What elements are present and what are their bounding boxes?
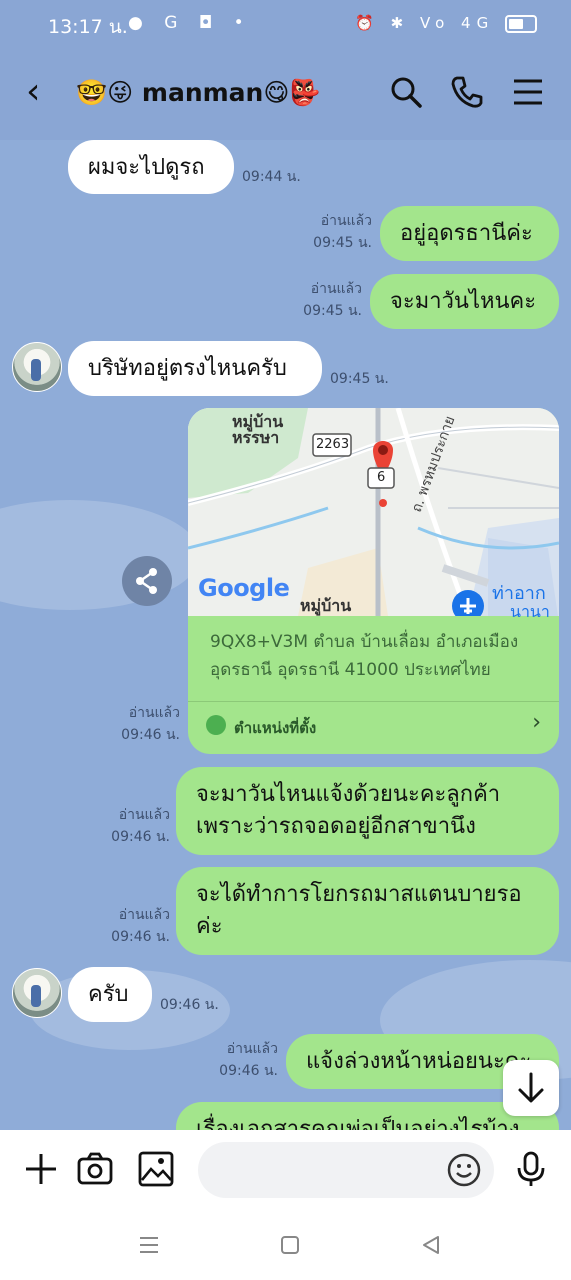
message-time: 09:45 น. (330, 371, 389, 387)
recent-apps-icon[interactable] (138, 1234, 160, 1256)
chat-header: ‹ 🤓😜 manman😋👺 (0, 50, 571, 140)
message-meta: อ่านแล้ว 09:46 น. (100, 702, 180, 746)
battery-icon (505, 14, 537, 33)
map-road-label: 6 (377, 470, 386, 485)
status-time: 13:17 น. (48, 16, 128, 38)
message-time: 09:46 น. (219, 1063, 278, 1079)
chat-title[interactable]: 🤓😜 manman😋👺 (76, 78, 321, 108)
message-bubble-outgoing[interactable]: จะมาวันไหนคะ (370, 274, 559, 329)
message-time: 09:46 น. (111, 829, 170, 845)
system-icons: ⏰ ✱ Vo 4G (355, 14, 537, 33)
message-line: จะได้ทำการโยกรถมาสแตนบายรอ (196, 882, 522, 907)
message-bubble-incoming[interactable]: บริษัทอยู่ตรงไหนครับ (68, 341, 322, 396)
message-meta: อ่านแล้ว 09:46 น. (98, 904, 170, 948)
read-receipt: อ่านแล้ว (226, 1041, 278, 1057)
message-meta: อ่านแล้ว 09:45 น. (290, 278, 362, 322)
message-bubble-outgoing[interactable]: จะได้ทำการโยกรถมาสแตนบายรอ ค่ะ (176, 867, 559, 955)
map-preview[interactable]: หมู่บ้าน หรรษา 2263 6 ถ. พรหมประกาย Goog… (188, 408, 559, 622)
back-icon[interactable]: ‹ (26, 72, 40, 112)
message-time: 09:46 น. (111, 929, 170, 945)
notification-icons: ● G ◘ • (128, 13, 252, 33)
emoji-icon[interactable] (446, 1152, 482, 1188)
message-bubble-incoming[interactable]: ครับ (68, 967, 152, 1022)
read-receipt: อ่านแล้ว (118, 907, 170, 923)
avatar[interactable] (12, 968, 62, 1018)
message-bubble-incoming[interactable]: ผมจะไปดูรถ (68, 140, 234, 194)
message-time: 09:45 น. (313, 235, 372, 251)
share-icon (136, 568, 157, 594)
map-road-label: 2263 (316, 437, 350, 452)
message-meta: อ่านแล้ว 09:46 น. (206, 1038, 278, 1082)
message-bubble-outgoing[interactable]: จะมาวันไหนแจ้งด้วยนะคะลูกค้า เพราะว่ารถจ… (176, 767, 559, 855)
avatar[interactable] (12, 342, 62, 392)
location-message[interactable]: หมู่บ้าน หรรษา 2263 6 ถ. พรหมประกาย Goog… (188, 408, 559, 754)
message-bubble-outgoing[interactable]: อยู่อุดรธานีค่ะ (380, 206, 559, 261)
menu-icon[interactable] (510, 74, 546, 110)
read-receipt: อ่านแล้ว (128, 705, 180, 721)
phone-icon[interactable] (449, 74, 485, 110)
camera-icon[interactable] (76, 1150, 114, 1188)
location-label[interactable]: ตำแหน่งที่ตั้ง (234, 716, 316, 740)
message-input[interactable] (198, 1142, 494, 1198)
chevron-right-icon[interactable]: › (532, 710, 541, 735)
status-bar: 13:17 น. ● G ◘ • ⏰ ✱ Vo 4G (0, 0, 571, 50)
location-address: 9QX8+V3M ตำบล บ้านเลื่อม อำเภอเมือง อุดร… (210, 628, 545, 684)
map-label: หมู่บ้าน (300, 596, 352, 615)
message-input-bar (0, 1130, 571, 1220)
read-receipt: อ่านแล้ว (310, 281, 362, 297)
divider (188, 701, 559, 702)
image-icon[interactable] (137, 1150, 175, 1188)
share-button[interactable] (122, 556, 172, 606)
address-line: 9QX8+V3M ตำบล บ้านเลื่อม อำเภอเมือง (210, 632, 519, 652)
map-label: หรรษา (232, 428, 280, 447)
read-receipt: อ่านแล้ว (118, 807, 170, 823)
message-time: 09:46 น. (160, 997, 219, 1013)
map-label: นานา (510, 602, 550, 621)
message-line: จะมาวันไหนแจ้งด้วยนะคะลูกค้า (196, 782, 501, 807)
message-line: ค่ะ (196, 914, 223, 939)
location-pin-icon (206, 715, 226, 735)
address-line: อุดรธานี อุดรธานี 41000 ประเทศไทย (210, 660, 491, 680)
search-icon[interactable] (388, 74, 424, 110)
home-icon[interactable] (279, 1234, 301, 1256)
scroll-to-bottom-button[interactable] (503, 1060, 559, 1116)
message-line: เพราะว่ารถจอดอยู่อีกสาขานึง (196, 814, 476, 839)
system-nav-bar (0, 1220, 571, 1280)
microphone-icon[interactable] (512, 1150, 550, 1188)
arrow-down-icon (518, 1072, 544, 1103)
message-time: 09:44 น. (242, 169, 301, 185)
back-nav-icon[interactable] (420, 1234, 442, 1256)
chat-area[interactable]: ผมจะไปดูรถ 09:44 น. อ่านแล้ว 09:45 น. อย… (0, 140, 571, 1130)
message-bubble-outgoing[interactable]: เรื่องเอกสารคุณพ่อเป็นอย่างไรบ้าง (176, 1102, 559, 1130)
message-time: 09:46 น. (121, 727, 180, 743)
system-status-icons: ⏰ ✱ Vo 4G (355, 14, 495, 32)
message-meta: อ่านแล้ว 09:45 น. (300, 210, 372, 254)
message-time: 09:45 น. (303, 303, 362, 319)
read-receipt: อ่านแล้ว (320, 213, 372, 229)
google-logo: Google (198, 574, 290, 602)
message-meta: อ่านแล้ว 09:46 น. (98, 804, 170, 848)
plus-icon[interactable] (22, 1150, 60, 1188)
